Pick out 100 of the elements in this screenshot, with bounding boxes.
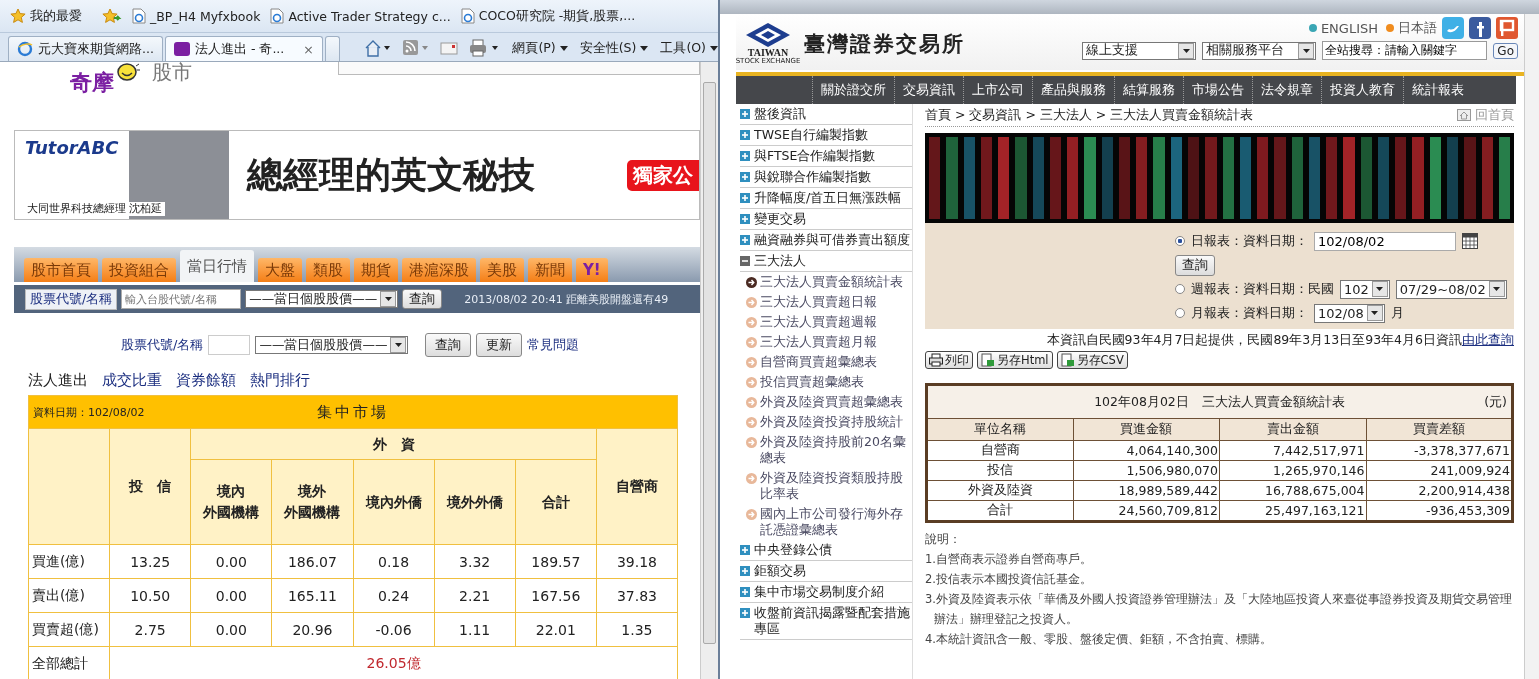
- sidebar-item[interactable]: 集中市場交易制度介紹: [740, 582, 912, 603]
- sidebar-link[interactable]: 外資及陸資投資持股統計: [740, 412, 912, 432]
- nav-link[interactable]: 市場公告: [1183, 76, 1252, 104]
- export-button[interactable]: 另存Html: [977, 351, 1053, 369]
- sidebar-link[interactable]: 三大法人買賣金額統計表: [740, 272, 912, 292]
- nav-tab[interactable]: Y!: [576, 258, 608, 282]
- date-field[interactable]: 102/08/02: [1314, 231, 1456, 251]
- stock-code-field[interactable]: [208, 335, 251, 355]
- menu-button[interactable]: 工具(O): [660, 39, 718, 57]
- favorite-link[interactable]: COCO研究院 -期貨,股票,...: [460, 7, 636, 25]
- service-select[interactable]: 線上支援: [1082, 41, 1197, 60]
- calendar-icon[interactable]: [1462, 233, 1478, 249]
- radio-button[interactable]: [1175, 236, 1185, 246]
- subnav-link[interactable]: 熱門排行: [250, 370, 310, 390]
- nav-link[interactable]: 法令規章: [1252, 76, 1321, 104]
- search-field[interactable]: [338, 62, 700, 75]
- radio-button[interactable]: [1175, 284, 1185, 294]
- sidebar-item[interactable]: 融資融券與可借券賣出額度: [740, 230, 912, 251]
- new-tab-button[interactable]: [324, 36, 341, 61]
- menu-button[interactable]: 網頁(P): [512, 39, 568, 57]
- sidebar-item[interactable]: 升降幅度/首五日無漲跌幅: [740, 188, 912, 209]
- sidebar-link[interactable]: 國內上市公司發行海外存託憑證彙總表: [740, 504, 912, 540]
- star-arrow-icon[interactable]: [102, 8, 122, 24]
- scrollbar[interactable]: [700, 62, 718, 679]
- breadcrumb[interactable]: 首頁 > 交易資訊 > 三大法人 > 三大法人買賣金額統計表: [925, 106, 1254, 124]
- query-button[interactable]: 查詢: [1175, 254, 1215, 276]
- printer-icon[interactable]: [470, 39, 501, 57]
- browser-tab[interactable]: 法人進出 - 奇... ×: [164, 36, 323, 61]
- year-select[interactable]: 102: [1340, 279, 1390, 299]
- sidebar-link[interactable]: 外資及陸資持股前20名彙總表: [740, 432, 912, 468]
- query-link[interactable]: 由此查詢: [1462, 332, 1514, 347]
- stock-code-link[interactable]: 股票代號/名稱: [121, 336, 204, 354]
- radio-button[interactable]: [1175, 308, 1185, 318]
- ad-button[interactable]: 獨家公: [627, 159, 699, 191]
- nav-tab[interactable]: 股市首頁: [24, 258, 98, 282]
- menu-button[interactable]: 安全性(S): [579, 39, 649, 57]
- mail-icon[interactable]: [440, 41, 459, 55]
- language-link[interactable]: ENGLISH: [1308, 20, 1378, 36]
- nav-tab[interactable]: 當日行情: [180, 250, 254, 282]
- nav-tab[interactable]: 港滬深股: [402, 258, 476, 282]
- scrollbar[interactable]: [1524, 14, 1539, 679]
- export-button[interactable]: 列印: [925, 351, 973, 369]
- feed-icon[interactable]: [402, 39, 429, 57]
- subnav-link[interactable]: 成交比重: [102, 370, 162, 390]
- site-logo[interactable]: 奇摩: [70, 72, 114, 94]
- nav-link[interactable]: 關於證交所: [812, 76, 894, 104]
- site-search-field[interactable]: 全站搜尋：請輸入關鍵字: [1322, 41, 1488, 60]
- sidebar-item[interactable]: 三大法人: [740, 251, 912, 272]
- favorite-link[interactable]: _BP_H4 Myfxbook: [132, 8, 261, 24]
- nav-link[interactable]: 投資人教育: [1321, 76, 1403, 104]
- nav-tab[interactable]: 類股: [306, 258, 350, 282]
- nav-link[interactable]: 結算服務: [1114, 76, 1183, 104]
- sidebar-item[interactable]: 收盤前資訊揭露暨配套措施專區: [740, 603, 912, 640]
- service-select[interactable]: 相關服務平台: [1202, 41, 1317, 60]
- stock-search-field[interactable]: 輸入台股代號/名稱: [121, 289, 242, 309]
- share-icon[interactable]: [1496, 17, 1518, 39]
- nav-tab[interactable]: 大盤: [258, 258, 302, 282]
- month-select[interactable]: 102/08: [1314, 303, 1385, 323]
- export-button[interactable]: 另存CSV: [1056, 351, 1128, 369]
- query-button[interactable]: 查詢: [402, 289, 443, 309]
- sidebar-item[interactable]: 與銳聯合作編製指數: [740, 167, 912, 188]
- favorite-link[interactable]: Active Trader Strategy c...: [270, 8, 451, 24]
- browser-tab[interactable]: 元大寶來期貨網路...: [8, 36, 163, 61]
- nav-tab[interactable]: 美股: [480, 258, 524, 282]
- stock-code-button[interactable]: 股票代號/名稱: [25, 288, 118, 310]
- nav-link[interactable]: 上市公司: [963, 76, 1032, 104]
- nav-link[interactable]: 統計報表: [1403, 76, 1472, 104]
- nav-link[interactable]: 交易資訊: [894, 76, 963, 104]
- sidebar-item[interactable]: 變更交易: [740, 209, 912, 230]
- nav-tab[interactable]: 投資組合: [102, 258, 176, 282]
- quote-select[interactable]: ——當日個股股價——: [255, 336, 409, 354]
- query-button[interactable]: 更新: [476, 333, 523, 357]
- go-button[interactable]: Go: [1493, 42, 1518, 59]
- sidebar-link[interactable]: 自營商買賣超彙總表: [740, 352, 912, 372]
- facebook-icon[interactable]: [1469, 17, 1491, 39]
- sidebar-item[interactable]: 中央登錄公債: [740, 540, 912, 561]
- nav-link[interactable]: 產品與服務: [1032, 76, 1114, 104]
- home-icon[interactable]: [364, 39, 391, 57]
- subnav-link[interactable]: 法人進出: [28, 370, 88, 390]
- nav-tab[interactable]: 期貨: [354, 258, 398, 282]
- favorites-button[interactable]: 我的最愛: [10, 7, 82, 25]
- sidebar-item[interactable]: 鉅額交易: [740, 561, 912, 582]
- sidebar-item[interactable]: 與FTSE合作編製指數: [740, 146, 912, 167]
- week-select[interactable]: 07/29~08/02: [1395, 279, 1507, 299]
- query-button[interactable]: 查詢: [425, 333, 472, 357]
- close-icon[interactable]: ×: [303, 41, 314, 57]
- sidebar-link[interactable]: 三大法人買賣超日報: [740, 292, 912, 312]
- quote-select[interactable]: ——當日個股股價——: [245, 290, 399, 308]
- sidebar-item[interactable]: TWSE自行編製指數: [740, 125, 912, 146]
- sidebar-link[interactable]: 外資及陸資投資類股持股比率表: [740, 468, 912, 504]
- site-title[interactable]: 臺灣證券交易所: [804, 30, 965, 58]
- language-link[interactable]: 日本語: [1386, 19, 1437, 37]
- nav-tab[interactable]: 新聞: [528, 258, 572, 282]
- sidebar-link[interactable]: 外資及陸資買賣超彙總表: [740, 392, 912, 412]
- sidebar-item[interactable]: 盤後資訊: [740, 104, 912, 125]
- subnav-link[interactable]: 資券餘額: [176, 370, 236, 390]
- sidebar-link[interactable]: 投信買賣超彙總表: [740, 372, 912, 392]
- sidebar-link[interactable]: 三大法人買賣超週報: [740, 312, 912, 332]
- ad-banner[interactable]: TutorABC 大同世界科技總經理 沈柏延 總經理的英文秘技 獨家公: [14, 130, 700, 220]
- sidebar-link[interactable]: 三大法人買賣超月報: [740, 332, 912, 352]
